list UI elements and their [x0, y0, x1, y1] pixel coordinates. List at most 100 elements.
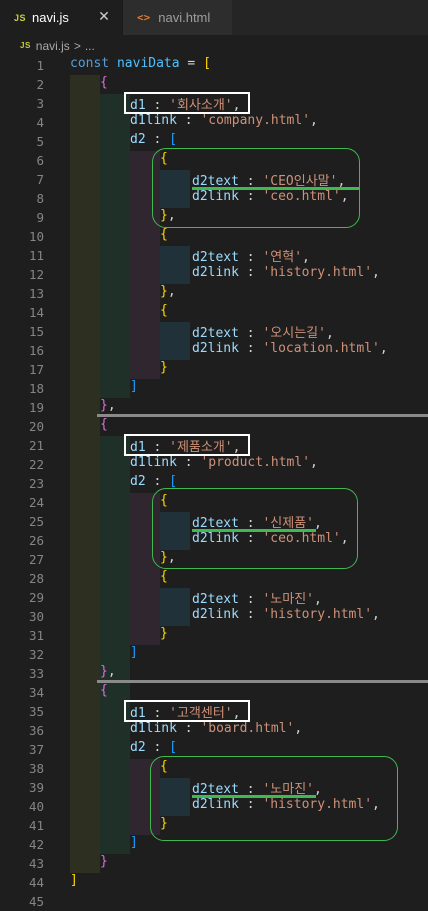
comma: , [302, 250, 310, 265]
indent-guide [160, 322, 190, 360]
code-editor[interactable]: 1 2 3 4 5 6 7 8 9 10 11 12 13 14 15 16 1… [0, 56, 428, 909]
code-line[interactable]: } [160, 626, 168, 645]
code-line[interactable]: ] [130, 379, 138, 398]
line-number: 8 [36, 191, 44, 206]
colon: : [238, 265, 263, 280]
line-number: 14 [28, 305, 44, 320]
d2text-underline [192, 187, 360, 190]
string-value: 'product.html' [200, 455, 311, 470]
code-line[interactable]: d1link : 'product.html', [130, 455, 318, 474]
code-line[interactable]: { [160, 569, 168, 588]
line-number: 33 [28, 666, 44, 681]
code-line[interactable]: d2link : 'history.html', [192, 607, 380, 626]
line-number: 21 [28, 438, 44, 453]
property-key: d1link [130, 113, 177, 128]
line-number: 24 [28, 495, 44, 510]
d1-highlight-box [124, 434, 250, 456]
bracket: [ [203, 56, 211, 71]
line-number: 20 [28, 419, 44, 434]
code-line[interactable]: { [100, 683, 108, 702]
line-number: 3 [36, 96, 44, 111]
operator: = [179, 56, 204, 71]
comma: , [310, 113, 318, 128]
code-line[interactable]: }, [160, 284, 176, 303]
code-line[interactable]: } [100, 854, 108, 873]
line-number: 35 [28, 704, 44, 719]
property-key: d2 [130, 132, 146, 147]
code-line[interactable]: d1link : 'board.html', [130, 721, 302, 740]
line-number: 11 [28, 248, 44, 263]
property-key: d2text [192, 250, 239, 265]
line-number: 9 [36, 210, 44, 225]
code-line[interactable]: { [100, 417, 108, 436]
bracket: { [160, 569, 168, 584]
variable-name: naviData [116, 56, 180, 71]
property-key: d2link [192, 265, 239, 280]
code-line[interactable]: { [100, 75, 108, 94]
line-number: 45 [28, 894, 44, 909]
colon: : [238, 592, 263, 607]
line-number: 42 [28, 837, 44, 852]
comma: , [107, 398, 116, 413]
colon: : [145, 474, 170, 489]
code-line[interactable]: { [160, 303, 168, 322]
javascript-file-icon: JS [14, 12, 27, 23]
d2text-underline [192, 529, 316, 532]
bracket: ] [130, 645, 138, 660]
line-number: 43 [28, 856, 44, 871]
section-divider [97, 680, 428, 683]
property-key: d2link [192, 341, 239, 356]
code-line[interactable]: ] [70, 873, 78, 892]
code-line[interactable]: ] [130, 835, 138, 854]
section-divider [97, 414, 428, 417]
property-key: d1link [130, 455, 177, 470]
colon: : [176, 721, 201, 736]
breadcrumb: JS navi.js > ... [0, 35, 428, 56]
line-number: 41 [28, 818, 44, 833]
code-line[interactable]: d1link : 'company.html', [130, 113, 318, 132]
comma: , [294, 721, 303, 736]
indent-guide [70, 75, 100, 873]
line-number: 27 [28, 552, 44, 567]
bracket: { [100, 75, 108, 90]
d1-highlight-box [124, 700, 250, 722]
close-icon[interactable]: ✕ [96, 9, 112, 25]
line-number: 15 [28, 324, 44, 339]
bracket: ] [130, 379, 138, 394]
code-line[interactable]: }, [100, 398, 116, 417]
line-number: 26 [28, 533, 44, 548]
string-value: 'history.html' [262, 265, 373, 280]
code-line[interactable]: d2text : '노마진', [192, 588, 322, 607]
bracket: { [100, 683, 108, 698]
tab-navi-js[interactable]: JS navi.js ✕ [0, 0, 122, 35]
line-number: 12 [28, 267, 44, 282]
colon: : [238, 607, 263, 622]
bracket: { [160, 303, 168, 318]
code-line[interactable]: d2link : 'history.html', [192, 265, 380, 284]
code-line[interactable]: d2text : '오시는길', [192, 322, 334, 341]
code-line[interactable]: }, [100, 664, 116, 683]
line-number: 39 [28, 780, 44, 795]
tab-navi-html[interactable]: <> navi.html [122, 0, 232, 35]
comma: , [325, 326, 334, 341]
line-number: 28 [28, 571, 44, 586]
line-number: 17 [28, 362, 44, 377]
bracket: [ [169, 474, 177, 489]
line-number: 18 [28, 381, 44, 396]
line-number: 32 [28, 647, 44, 662]
code-line[interactable]: { [160, 227, 168, 246]
line-number: 40 [28, 799, 44, 814]
breadcrumb-file[interactable]: navi.js [36, 39, 70, 53]
indent-guide [100, 436, 130, 702]
code-line[interactable]: } [160, 360, 168, 379]
line-number: 10 [28, 229, 44, 244]
code-line[interactable]: d2text : '연혁', [192, 246, 310, 265]
breadcrumb-symbols[interactable]: ... [85, 39, 95, 53]
keyword: const [70, 56, 110, 71]
property-key: d2text [192, 326, 239, 341]
bracket: } [160, 626, 168, 641]
code-line[interactable]: ] [130, 645, 138, 664]
string-value: '노마진' [262, 592, 314, 607]
code-line[interactable]: d2link : 'location.html', [192, 341, 388, 360]
code-line[interactable]: const naviData = [ [70, 56, 211, 75]
